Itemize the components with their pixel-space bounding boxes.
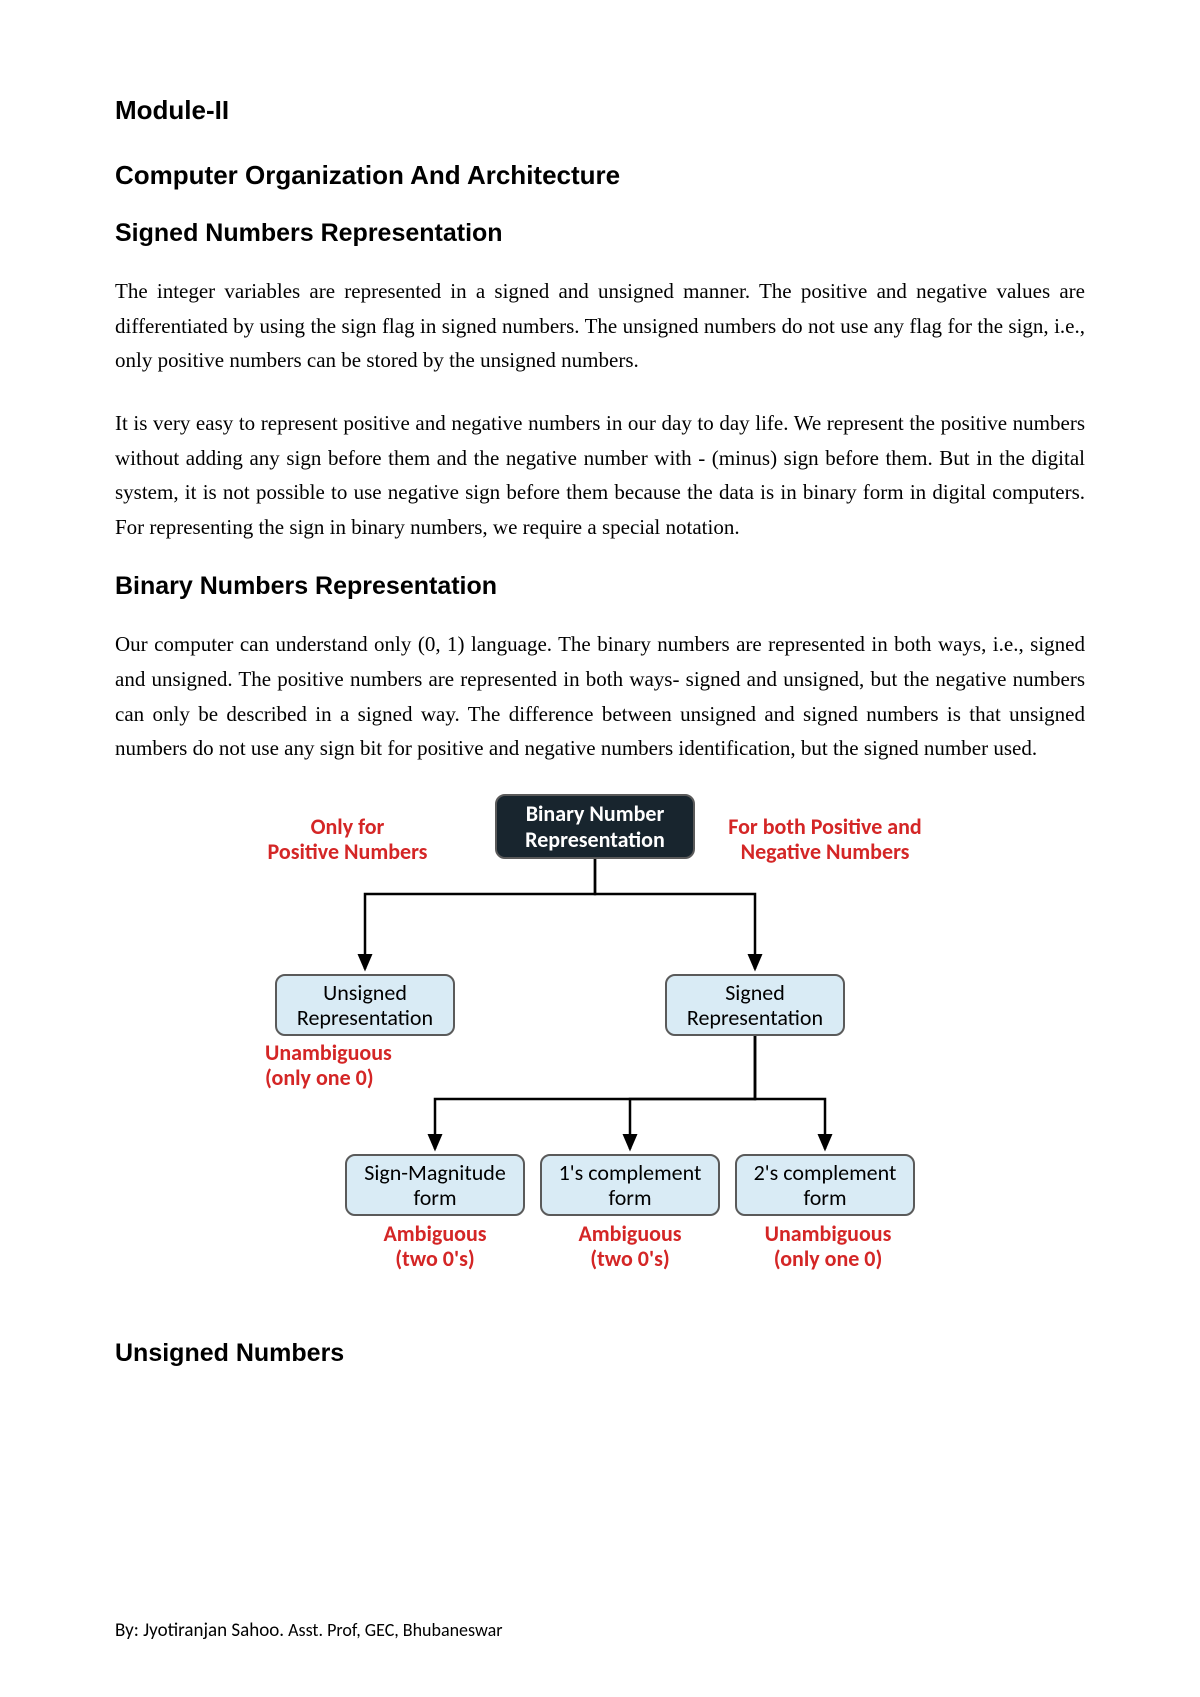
- paragraph-intro-2: It is very easy to represent positive an…: [115, 406, 1085, 545]
- topic-heading: Signed Numbers Representation: [115, 219, 1085, 248]
- diagram-node-unsigned: UnsignedRepresentation: [275, 974, 455, 1036]
- course-heading: Computer Organization And Architecture: [115, 160, 1085, 191]
- diagram-node-sign-magnitude: Sign-Magnitudeform: [345, 1154, 525, 1216]
- diagram-label-only-positive: Only forPositive Numbers: [245, 814, 450, 865]
- diagram-note-sign-magnitude: Ambiguous(two 0's): [360, 1221, 510, 1272]
- diagram-node-twos-complement: 2's complementform: [735, 1154, 915, 1216]
- binary-representation-diagram: Binary NumberRepresentation Only forPosi…: [250, 794, 950, 1304]
- diagram-note-twos-complement: Unambiguous(only one 0): [748, 1221, 908, 1272]
- paragraph-binary: Our computer can understand only (0, 1) …: [115, 627, 1085, 766]
- page-footer: By: Jyotiranjan Sahoo. Asst. Prof, GEC, …: [115, 1619, 503, 1642]
- diagram-label-positive-negative: For both Positive andNegative Numbers: [705, 814, 945, 865]
- footer-author: By: Jyotiranjan Sahoo.: [115, 1619, 284, 1642]
- diagram-note-ones-complement: Ambiguous(two 0's): [555, 1221, 705, 1272]
- diagram-node-ones-complement: 1's complementform: [540, 1154, 720, 1216]
- unsigned-section-heading: Unsigned Numbers: [115, 1339, 1085, 1368]
- diagram-node-root: Binary NumberRepresentation: [495, 794, 695, 859]
- binary-section-heading: Binary Numbers Representation: [115, 572, 1085, 601]
- paragraph-intro-1: The integer variables are represented in…: [115, 274, 1085, 378]
- diagram-note-unsigned: Unambiguous(only one 0): [265, 1040, 425, 1091]
- footer-role: Asst. Prof, GEC, Bhubaneswar: [288, 1619, 502, 1641]
- diagram-node-signed: SignedRepresentation: [665, 974, 845, 1036]
- module-heading: Module-II: [115, 95, 1085, 126]
